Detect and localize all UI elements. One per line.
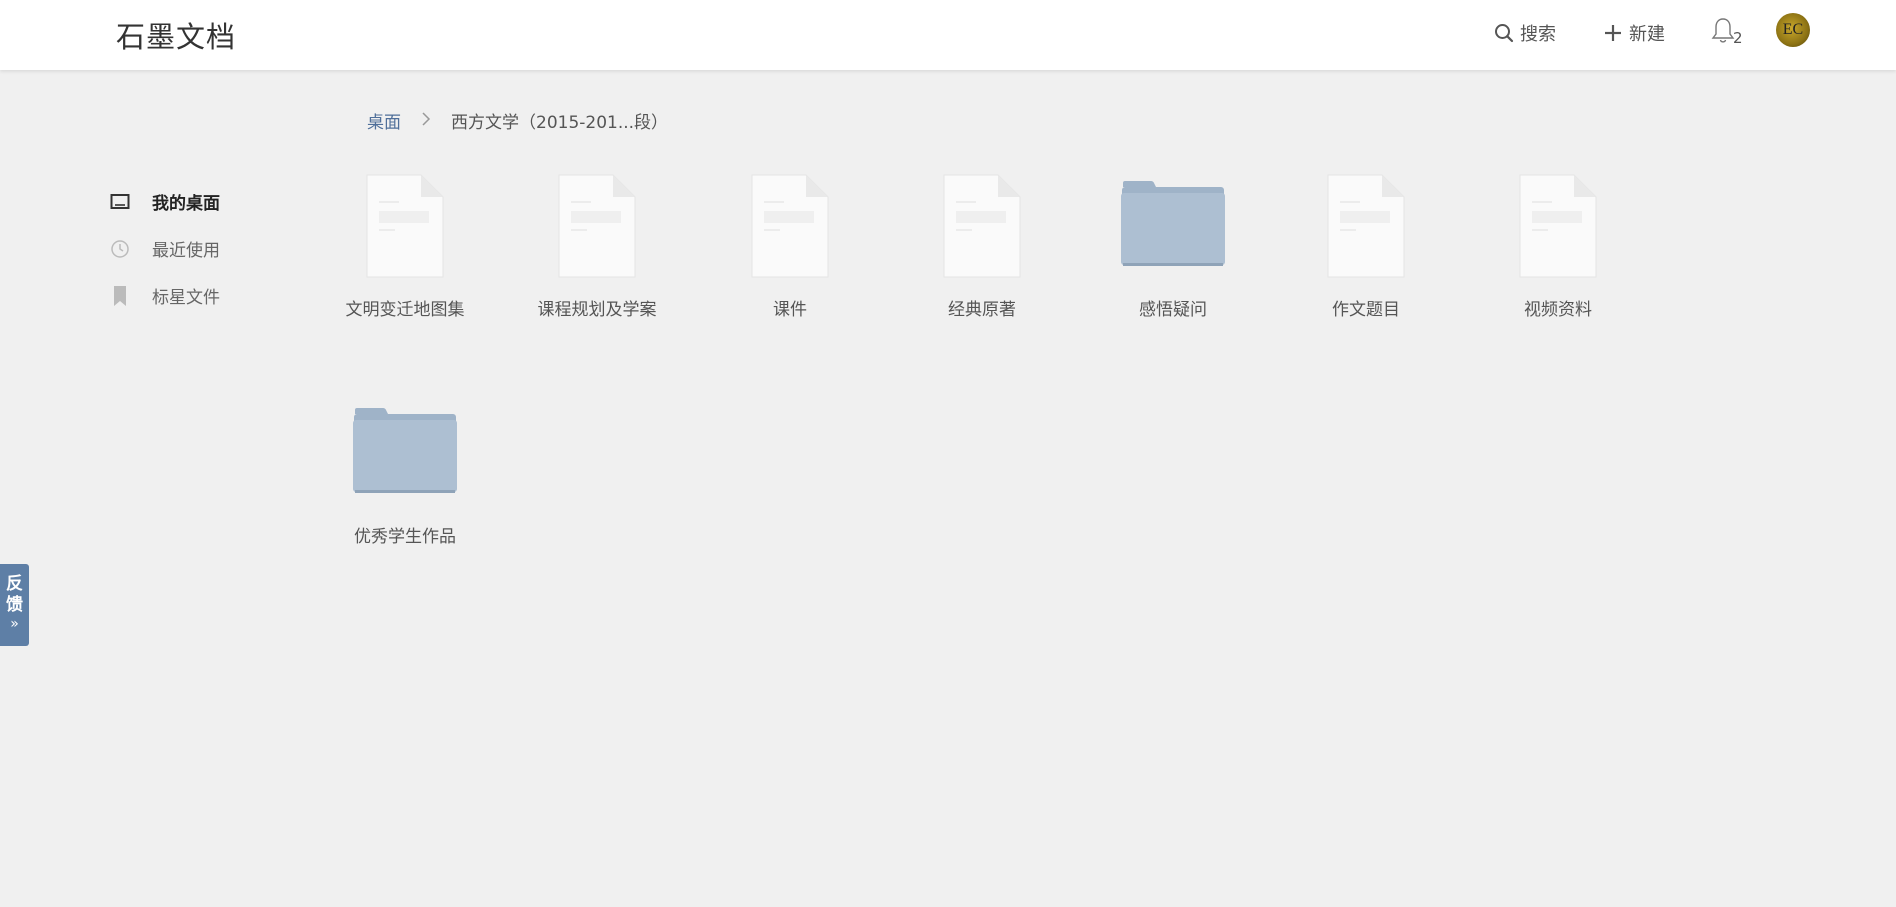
sidebar-item-my-desktop[interactable]: 我的桌面 [108, 178, 220, 225]
search-label: 搜索 [1520, 24, 1556, 45]
file-item[interactable]: 文明变迁地图集 [315, 173, 495, 320]
file-item[interactable]: 作文题目 [1276, 173, 1456, 320]
top-bar: 石墨文档 搜索 新建 2 EC [0, 0, 1896, 70]
notification-count: 2 [1733, 29, 1743, 47]
document-icon [366, 174, 444, 278]
file-item[interactable]: 课程规划及学案 [507, 173, 687, 320]
folder-item[interactable]: 优秀学生作品 [315, 400, 495, 547]
feedback-label: 反馈 [6, 574, 23, 615]
file-name: 文明变迁地图集 [345, 300, 465, 320]
app-logo[interactable]: 石墨文档 [116, 14, 236, 56]
folder-name: 感悟疑问 [1139, 300, 1207, 320]
file-name: 课程规划及学案 [537, 300, 657, 320]
new-button[interactable]: 新建 [1603, 20, 1665, 46]
new-label: 新建 [1629, 24, 1665, 45]
sidebar-item-starred[interactable]: 标星文件 [108, 272, 220, 319]
sidebar-item-label: 我的桌面 [152, 194, 220, 214]
folder-item[interactable]: 感悟疑问 [1083, 173, 1263, 320]
document-icon [1519, 174, 1597, 278]
file-item[interactable]: 视频资料 [1468, 173, 1648, 320]
sidebar-item-label: 最近使用 [152, 241, 220, 261]
search-icon [1495, 24, 1514, 43]
file-item[interactable]: 经典原著 [892, 173, 1072, 320]
document-icon [943, 174, 1021, 278]
clock-icon [108, 237, 132, 261]
search-button[interactable]: 搜索 [1494, 20, 1556, 46]
folder-icon [353, 408, 457, 493]
sidebar-item-recent[interactable]: 最近使用 [108, 225, 220, 272]
folder-icon [1121, 181, 1225, 266]
file-name: 经典原著 [948, 300, 1016, 320]
breadcrumb: 桌面 西方文学（2015-201...段） [367, 108, 668, 133]
double-chevron-icon: » [10, 616, 19, 632]
feedback-tab[interactable]: 反馈 » [0, 564, 29, 646]
folder-name: 优秀学生作品 [354, 527, 456, 547]
avatar[interactable]: EC [1776, 13, 1810, 47]
sidebar: 我的桌面 最近使用 标星文件 [108, 178, 220, 319]
sidebar-item-label: 标星文件 [152, 288, 220, 308]
notification-button[interactable]: 2 [1711, 16, 1751, 52]
file-name: 作文题目 [1332, 300, 1400, 320]
chevron-right-icon [421, 111, 431, 130]
document-icon [751, 174, 829, 278]
file-name: 课件 [773, 300, 807, 320]
plus-icon [1605, 25, 1621, 41]
breadcrumb-current: 西方文学（2015-201...段） [451, 113, 669, 133]
file-name: 视频资料 [1524, 300, 1592, 320]
file-item[interactable]: 课件 [700, 173, 880, 320]
bookmark-icon [108, 284, 132, 308]
bell-icon [1711, 18, 1735, 43]
desktop-icon [108, 190, 132, 214]
breadcrumb-root[interactable]: 桌面 [367, 108, 401, 133]
document-icon [1327, 174, 1405, 278]
document-icon [558, 174, 636, 278]
